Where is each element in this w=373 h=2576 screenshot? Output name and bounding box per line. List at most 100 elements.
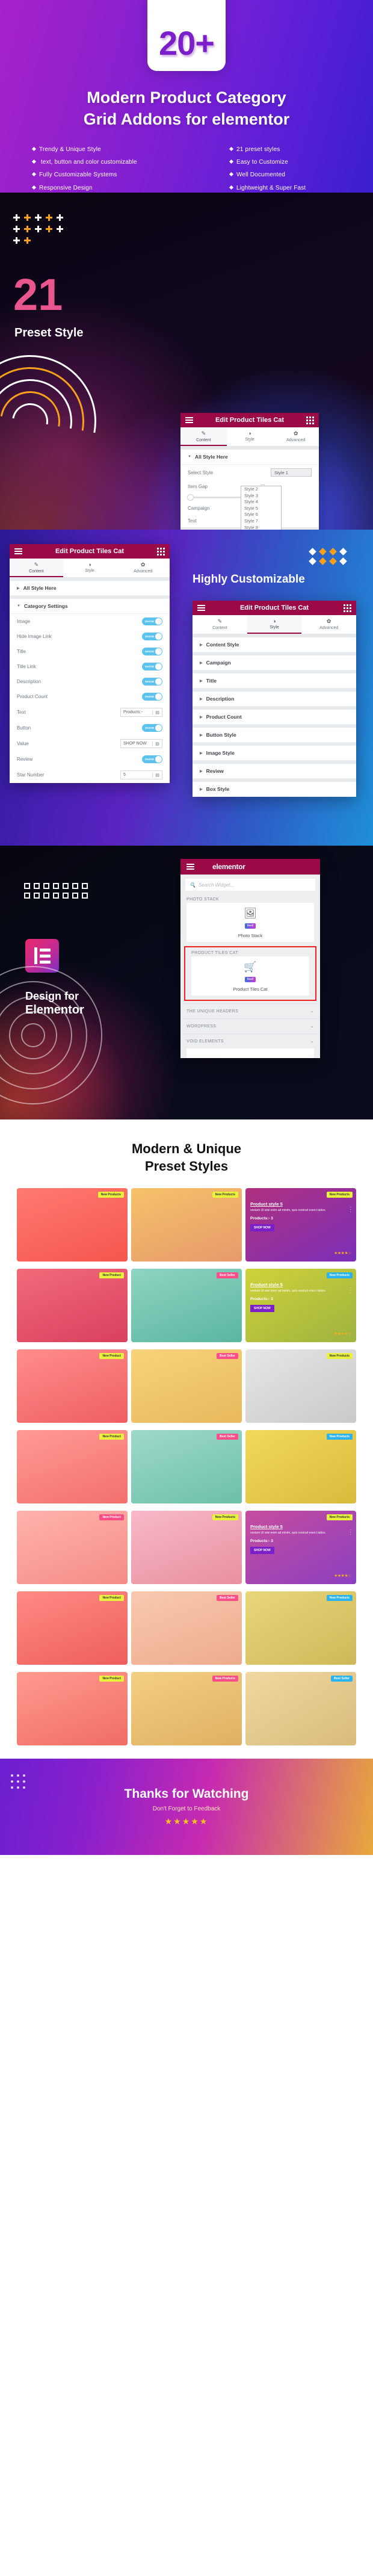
text-input[interactable]: SHOP NOW ▤ (120, 739, 162, 748)
settings-row: Product Count SHOW (10, 689, 170, 704)
text-input[interactable]: Products:- ▤ (120, 708, 162, 717)
style-section-button-style[interactable]: ▶ Button Style (193, 728, 356, 743)
tab-advanced[interactable]: ✿ Advanced (301, 615, 356, 634)
shop-now-button[interactable]: SHOP NOW (250, 1546, 274, 1554)
apps-grid-icon[interactable] (306, 416, 314, 424)
tile-badge: New Products (326, 1595, 353, 1602)
preset-tile[interactable]: New Products Product style 5 veniam Ut wis… (245, 1188, 356, 1262)
toggle-switch[interactable]: SHOW (142, 663, 162, 670)
widget-search-input[interactable]: 🔍 Search Widget... (185, 879, 315, 891)
dropdown-option[interactable]: Style 4 (241, 499, 281, 506)
tab-advanced[interactable]: ✿ Advanced (273, 427, 319, 446)
text-input[interactable]: 5 ▤ (120, 770, 162, 779)
settings-row: Image SHOW (10, 614, 170, 629)
preset-tile[interactable]: New Products (131, 1672, 242, 1746)
dropdown-option[interactable]: Style 6 (241, 512, 281, 518)
item-gap-slider[interactable] (187, 494, 241, 501)
style-dropdown-options[interactable]: Style 2 Style 3 Style 4 Style 5 Style 6 Style… (241, 486, 282, 530)
widget-card-photo-stack[interactable]: 🖼 bwd Photo Stack (186, 903, 314, 942)
tab-style[interactable]: ◑ Style (63, 559, 117, 577)
style-section-title[interactable]: ▶ Title (193, 673, 356, 689)
select-value: Style 1 (274, 469, 288, 475)
preset-tile[interactable]: New Products (245, 1430, 356, 1504)
style-section-content-style[interactable]: ▶ Content Style (193, 637, 356, 652)
apps-grid-icon[interactable] (344, 604, 351, 612)
tile-badge: Best Seller (217, 1353, 238, 1360)
dropdown-option[interactable]: Style 7 (241, 518, 281, 525)
toggle-switch[interactable]: SHOW (142, 755, 162, 763)
preset-tile[interactable]: Best Seller (131, 1591, 242, 1665)
tab-style[interactable]: ◑ Style (226, 427, 273, 446)
preset-tile[interactable]: New Products (245, 1591, 356, 1665)
tab-style[interactable]: ◑ Style (247, 615, 302, 634)
preset-tile[interactable]: Best Seller (131, 1430, 242, 1504)
dropdown-option[interactable]: Style 8 (241, 525, 281, 530)
preset-tile[interactable]: Best Seller (131, 1349, 242, 1423)
ring-decoration (0, 966, 108, 1110)
shop-now-button[interactable]: SHOP NOW (250, 1224, 274, 1231)
style-section-product-count[interactable]: ▶ Product Count (193, 710, 356, 725)
more-options-icon[interactable]: · · · (350, 1286, 351, 1295)
preset-tile[interactable]: New Product (17, 1269, 128, 1343)
apps-grid-icon[interactable] (157, 547, 165, 556)
toggle-label: SHOW (145, 665, 155, 668)
select-style-dropdown[interactable]: Style 1 (271, 468, 312, 477)
hamburger-menu-icon[interactable] (197, 605, 205, 611)
tile-badge: New Product (99, 1514, 124, 1521)
preset-tile[interactable]: New Product (17, 1349, 128, 1423)
dropdown-option[interactable]: Style 5 (241, 506, 281, 512)
more-options-icon[interactable]: · · · (350, 1205, 351, 1215)
dynamic-tags-icon[interactable]: ▤ (152, 772, 162, 778)
style-section-review[interactable]: ▶ Review (193, 764, 356, 779)
dropdown-option[interactable]: Style 2 (241, 486, 281, 493)
tab-content[interactable]: ✎ Content (193, 615, 247, 634)
shop-now-button[interactable]: SHOP NOW (250, 1304, 274, 1312)
widget-category-photo-stack: PHOTO STACK (186, 897, 219, 902)
toggle-switch[interactable]: SHOW (142, 633, 162, 640)
chevron-right-icon: ▶ (200, 679, 203, 683)
preset-tile[interactable]: New Product (17, 1511, 128, 1585)
section-category-settings[interactable]: ▼ Category Settings (10, 599, 170, 614)
style-section-box-style[interactable]: ▶ Box Style (193, 782, 356, 797)
hamburger-menu-icon[interactable] (186, 864, 194, 870)
section-label: Box Style (206, 786, 230, 792)
preset-tile[interactable]: New Product (17, 1591, 128, 1665)
style-section-campaign[interactable]: ▶ Campaign (193, 655, 356, 670)
toggle-switch[interactable]: SHOW (142, 693, 162, 701)
preset-tile[interactable]: Best Seller (245, 1672, 356, 1746)
diamond-bullet-icon (229, 172, 234, 177)
more-options-icon[interactable]: · · · (350, 1528, 351, 1537)
preset-tile[interactable]: New Products (131, 1188, 242, 1262)
toggle-switch[interactable]: SHOW (142, 724, 162, 732)
dynamic-tags-icon[interactable]: ▤ (152, 741, 162, 746)
feature-label: Responsive Design (39, 184, 93, 191)
toggle-switch[interactable]: SHOW (142, 678, 162, 686)
dynamic-tags-icon[interactable]: ▤ (152, 710, 162, 715)
accordion-void-elements[interactable]: VOID ELEMENTS ⌄ (180, 1033, 320, 1048)
toggle-switch[interactable]: SHOW (142, 618, 162, 625)
style-section-description[interactable]: ▶ Description (193, 692, 356, 707)
style-section-image-style[interactable]: ▶ Image Style (193, 746, 356, 761)
section-label: All Style Here (194, 454, 228, 460)
tab-content[interactable]: ✎ Content (10, 559, 63, 577)
preset-tile[interactable]: New Products (131, 1511, 242, 1585)
section-all-style-here[interactable]: ▶ All Style Here (10, 581, 170, 596)
preset-tile[interactable]: New Products Product style 5 veniam Ut wis… (245, 1511, 356, 1585)
toggle-switch[interactable]: SHOW (142, 648, 162, 655)
tab-content[interactable]: ✎ Content (180, 427, 227, 446)
preset-tile[interactable]: Best Seller (131, 1269, 242, 1343)
section-all-style-here[interactable]: ▼ All Style Here (180, 450, 319, 465)
accordion-wordpress[interactable]: WORDPRESS ⌄ (180, 1018, 320, 1033)
preset-tile[interactable]: New Product (17, 1430, 128, 1504)
dropdown-option[interactable]: Style 3 (241, 493, 281, 500)
preset-tile[interactable]: New Products Product style 5 veniam Ut wis… (245, 1269, 356, 1343)
hamburger-menu-icon[interactable] (14, 548, 22, 554)
hamburger-menu-icon[interactable] (185, 417, 193, 423)
widget-card-product-tiles-cat[interactable]: 🛒 bwd Product Tiles Cat (191, 956, 309, 995)
preset-count: 21 (13, 270, 63, 320)
tab-advanced[interactable]: ✿ Advanced (116, 559, 170, 577)
preset-tile[interactable]: New Products (245, 1349, 356, 1423)
preset-tile[interactable]: New Products (17, 1188, 128, 1262)
preset-tile[interactable]: New Product (17, 1672, 128, 1746)
accordion-unique-headers[interactable]: THE UNIQUE HEADERS ⌄ (180, 1003, 320, 1018)
